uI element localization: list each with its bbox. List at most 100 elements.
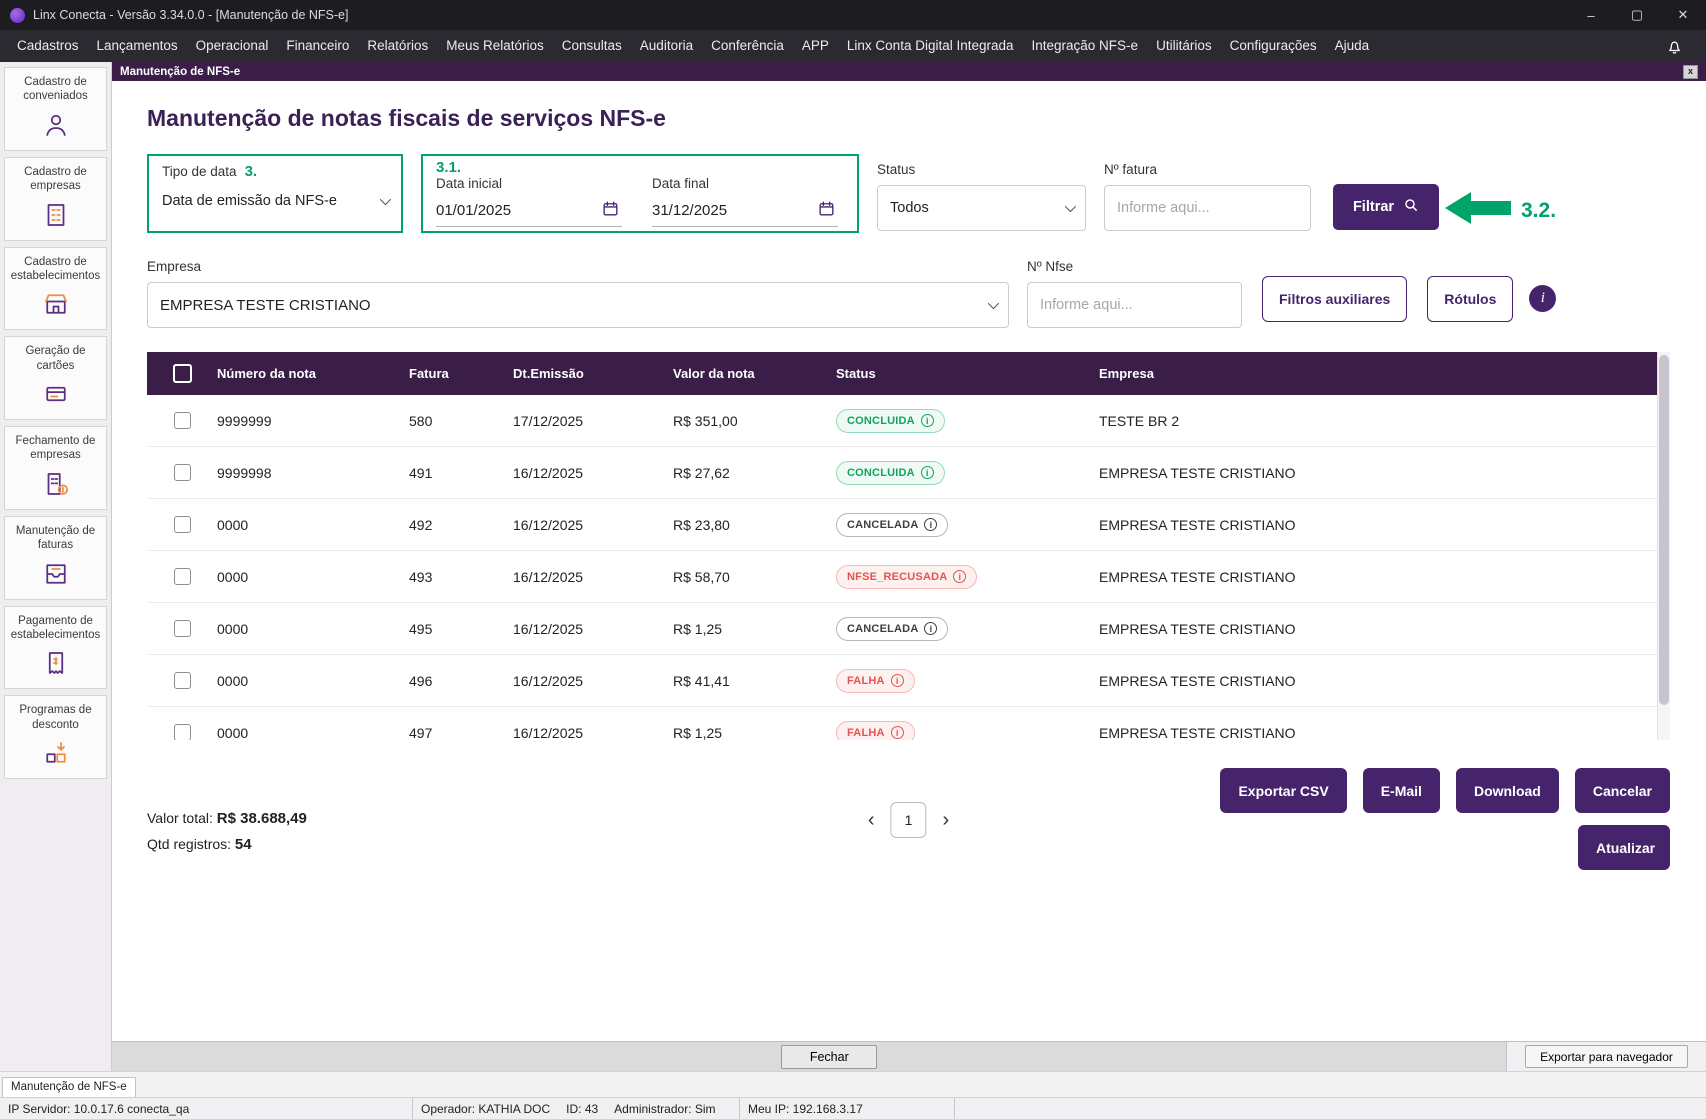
menu-item-utilit-rios[interactable]: Utilitários [1147,30,1221,62]
current-page[interactable]: 1 [890,802,927,838]
status-badge[interactable]: CANCELADA i [836,616,949,641]
status-info-icon[interactable]: i [924,622,938,635]
sidebar-item[interactable]: Cadastro de empresas [4,156,107,241]
cell-dt: 16/12/2025 [513,672,584,689]
n-nfse-group: Nº Nfse [1027,259,1242,328]
row-checkbox[interactable] [173,464,191,481]
select-all-checkbox[interactable] [172,364,192,383]
store-icon [7,287,104,321]
empresa-select[interactable]: EMPRESA TESTE CRISTIANO [147,282,1009,328]
exportar-csv-button[interactable]: Exportar CSV [1220,768,1347,813]
table-body: 9999999 580 17/12/2025 R$ 351,00 CONCLUIDA i T… [147,395,1670,740]
email-button[interactable]: E-Mail [1362,768,1440,813]
menu-item-lan-amentos[interactable]: Lançamentos [88,30,187,62]
cell-valor: R$ 27,62 [673,464,730,481]
menu-item-linx-conta-digital-integrada[interactable]: Linx Conta Digital Integrada [838,30,1023,62]
status-info-icon[interactable]: i [890,674,904,687]
menu-item-consultas[interactable]: Consultas [553,30,631,62]
status-badge[interactable]: FALHA i [836,668,915,693]
status-badge[interactable]: NFSE_RECUSADA i [836,564,978,589]
n-nfse-input[interactable] [1027,282,1242,328]
maximize-button[interactable]: ▢ [1614,0,1660,30]
status-select[interactable]: Todos [877,185,1086,231]
row-checkbox[interactable] [173,620,191,637]
prev-page-button[interactable]: ‹ [868,810,875,830]
bottom-tab[interactable]: Manutenção de NFS-e [2,1077,136,1097]
n-fatura-input[interactable] [1104,185,1311,231]
row-checkbox[interactable] [173,412,191,429]
table-row: 9999999 580 17/12/2025 R$ 351,00 CONCLUIDA i T… [147,395,1670,447]
cell-valor: R$ 41,41 [673,672,730,689]
filtrar-button[interactable]: Filtrar [1333,184,1439,230]
annotation-arrow-group: 3.2. [1445,190,1556,231]
close-button[interactable]: ✕ [1660,0,1706,30]
status-badge[interactable]: CONCLUIDA i [836,408,945,433]
menu-item-operacional[interactable]: Operacional [187,30,278,62]
next-page-button[interactable]: › [943,810,950,830]
minimize-button[interactable]: – [1568,0,1614,30]
scrollbar-thumb[interactable] [1659,355,1669,705]
calendar-icon[interactable] [601,199,620,222]
status-operator-group: Operador: KATHIA DOC ID: 43 Administrado… [413,1098,740,1119]
sidebar-item[interactable]: Fechamento de empresas [4,426,107,510]
status-info-icon[interactable]: i [953,570,967,583]
row-checkbox[interactable] [173,516,191,533]
menu-item-cadastros[interactable]: Cadastros [8,30,88,62]
mdi-close-icon[interactable]: x [1683,64,1698,79]
window-controls: – ▢ ✕ [1568,0,1706,30]
menu-item-financeiro[interactable]: Financeiro [277,30,358,62]
search-icon [1403,197,1419,217]
table-row: 0000 497 16/12/2025 R$ 1,25 FALHA i EMPRESA TE… [147,707,1670,740]
sidebar: Cadastro de conveniados Cadastro de empre… [0,62,112,1071]
row-checkbox[interactable] [173,568,191,585]
menu-item-integra-o-nfs-e[interactable]: Integração NFS-e [1023,30,1148,62]
cell-empresa: EMPRESA TESTE CRISTIANO [1099,568,1296,585]
exportar-navegador-button[interactable]: Exportar para navegador [1525,1045,1688,1068]
sidebar-item-label: Pagamento de estabelecimentos [10,614,101,641]
status-info-icon[interactable]: i [924,518,938,531]
menu-item-relat-rios[interactable]: Relatórios [358,30,437,62]
fechar-button[interactable]: Fechar [781,1045,878,1069]
notifications-bell-icon[interactable] [1665,37,1684,56]
status-info-icon[interactable]: i [920,466,934,479]
filtros-auxiliares-button[interactable]: Filtros auxiliares [1262,276,1408,322]
menu-item-confer-ncia[interactable]: Conferência [702,30,793,62]
status-info-icon[interactable]: i [890,726,904,739]
status-badge[interactable]: CONCLUIDA i [836,460,945,485]
menu-item-app[interactable]: APP [793,30,838,62]
row-checkbox[interactable] [173,672,191,689]
rotulos-button[interactable]: Rótulos [1427,276,1514,322]
tipo-de-data-label: Tipo de data [162,164,237,179]
table-scrollbar[interactable] [1657,352,1670,740]
atualizar-button[interactable]: Atualizar [1578,825,1670,870]
cell-empresa: EMPRESA TESTE CRISTIANO [1099,620,1296,637]
calendar-icon[interactable] [817,199,836,222]
sidebar-item[interactable]: Manutenção de faturas [4,515,107,600]
data-inicial-field[interactable]: Data inicial 01/01/2025 [436,176,622,227]
sidebar-item[interactable]: Cadastro de estabelecimentos [4,246,107,331]
cell-fatura: 580 [409,412,433,429]
sidebar-item[interactable]: Pagamento de estabelecimentos [4,605,107,690]
download-button[interactable]: Download [1455,768,1559,813]
status-badge[interactable]: FALHA i [836,720,915,740]
menu-item-ajuda[interactable]: Ajuda [1326,30,1379,62]
chevron-down-icon [1064,200,1077,213]
menu-item-meus-relat-rios[interactable]: Meus Relatórios [437,30,553,62]
info-icon[interactable]: i [1529,285,1557,312]
menu-item-auditoria[interactable]: Auditoria [631,30,702,62]
pagination: ‹ 1 › [868,802,949,838]
status-info-icon[interactable]: i [920,414,934,427]
sidebar-item[interactable]: Cadastro de conveniados [4,67,107,151]
page-title: Manutenção de notas fiscais de serviços … [147,105,666,131]
cancelar-button[interactable]: Cancelar [1574,768,1670,813]
empresa-label: Empresa [147,259,202,274]
status-badge[interactable]: CANCELADA i [836,512,949,537]
data-final-field[interactable]: Data final 31/12/2025 [652,176,838,227]
row-checkbox[interactable] [173,724,191,740]
menu-item-configura-es[interactable]: Configurações [1221,30,1326,62]
summary-block: Valor total: R$ 38.688,49 Qtd registros:… [147,806,307,870]
tipo-de-data-select[interactable]: Data de emissão da NFS-e [162,193,392,209]
table-row: 0000 496 16/12/2025 R$ 41,41 FALHA i EMPRESA T… [147,655,1670,707]
sidebar-item[interactable]: Geração de cartões [4,336,107,420]
sidebar-item[interactable]: Programas de desconto [4,695,107,779]
